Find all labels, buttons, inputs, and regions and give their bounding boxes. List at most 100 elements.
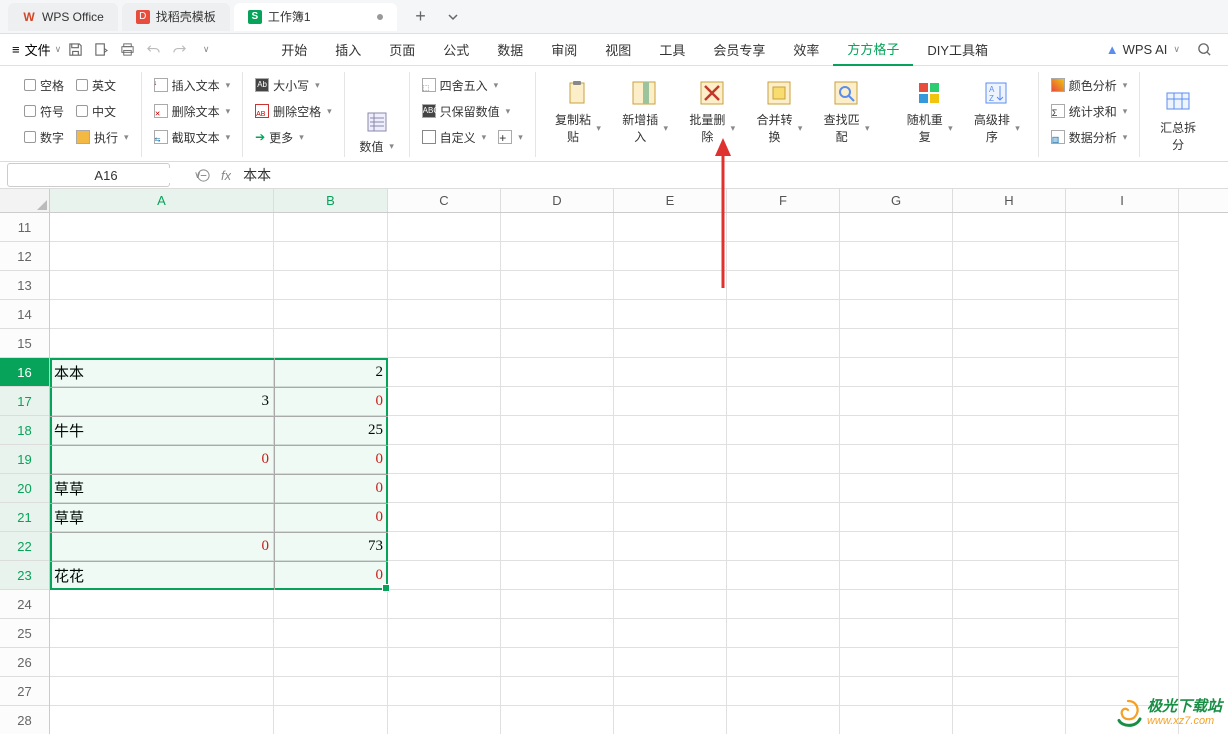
cell[interactable] [274, 590, 388, 619]
row-header[interactable]: 27 [0, 677, 49, 706]
tab-view[interactable]: 视图 [591, 34, 645, 66]
cell[interactable] [840, 648, 953, 677]
cell[interactable] [614, 416, 727, 445]
cell[interactable] [50, 329, 274, 358]
cell[interactable] [501, 590, 614, 619]
cell[interactable] [274, 706, 388, 734]
check-number[interactable]: 数字 [20, 127, 68, 148]
cell[interactable] [50, 619, 274, 648]
cell[interactable] [50, 677, 274, 706]
cell[interactable] [388, 590, 501, 619]
cell[interactable] [614, 271, 727, 300]
cell[interactable] [501, 271, 614, 300]
cell[interactable] [388, 532, 501, 561]
cell[interactable] [953, 213, 1066, 242]
cell[interactable] [840, 561, 953, 590]
cell[interactable] [1066, 358, 1179, 387]
cell[interactable] [614, 387, 727, 416]
add-tab-button[interactable]: + [409, 5, 433, 29]
batch-delete-button[interactable]: 批量删除▾ [678, 72, 745, 152]
cell[interactable] [274, 242, 388, 271]
cell[interactable] [388, 474, 501, 503]
tab-data[interactable]: 数据 [483, 34, 537, 66]
cell[interactable] [840, 474, 953, 503]
cell[interactable] [727, 619, 840, 648]
cell[interactable] [388, 503, 501, 532]
cell[interactable] [388, 387, 501, 416]
tab-workbook[interactable]: S 工作簿1 [234, 3, 397, 31]
cell[interactable] [727, 648, 840, 677]
cell[interactable] [388, 271, 501, 300]
cell[interactable] [953, 706, 1066, 734]
tab-efficiency[interactable]: 效率 [779, 34, 833, 66]
cell[interactable] [840, 590, 953, 619]
redo-button[interactable] [167, 38, 191, 62]
cell[interactable] [1066, 445, 1179, 474]
row-header[interactable]: 12 [0, 242, 49, 271]
cell[interactable] [840, 242, 953, 271]
print-button[interactable] [115, 38, 139, 62]
wps-ai-button[interactable]: ▲ WPS AI ∨ [1106, 42, 1180, 57]
row-header[interactable]: 19 [0, 445, 49, 474]
cell[interactable] [388, 648, 501, 677]
cell[interactable] [840, 300, 953, 329]
qat-caret[interactable]: ∨ [193, 38, 217, 62]
cell[interactable] [953, 445, 1066, 474]
cell[interactable] [614, 329, 727, 358]
cell[interactable] [388, 329, 501, 358]
random-repeat-button[interactable]: 随机重复▾ [895, 72, 962, 152]
find-match-button[interactable]: 查找匹配▾ [812, 72, 879, 152]
export-button[interactable] [89, 38, 113, 62]
cell[interactable] [953, 387, 1066, 416]
cell[interactable]: 0 [274, 387, 388, 416]
cell[interactable] [614, 590, 727, 619]
cell[interactable] [727, 358, 840, 387]
cell[interactable] [274, 300, 388, 329]
cell[interactable] [727, 677, 840, 706]
cell[interactable] [727, 532, 840, 561]
cell[interactable] [1066, 648, 1179, 677]
cell[interactable] [614, 677, 727, 706]
cell[interactable] [614, 300, 727, 329]
cell[interactable] [727, 416, 840, 445]
cell[interactable] [501, 387, 614, 416]
cell[interactable] [501, 677, 614, 706]
cell[interactable] [50, 242, 274, 271]
cell[interactable] [50, 271, 274, 300]
extract-text-button[interactable]: ⇆截取文本▾ [150, 127, 235, 148]
tab-review[interactable]: 审阅 [537, 34, 591, 66]
copy-paste-button[interactable]: 复制粘贴▾ [544, 72, 611, 152]
cell[interactable]: 草草 [50, 503, 274, 532]
save-button[interactable] [63, 38, 87, 62]
cell[interactable] [1066, 590, 1179, 619]
tab-start[interactable]: 开始 [267, 34, 321, 66]
merge-convert-button[interactable]: 合并转换▾ [745, 72, 812, 152]
cell[interactable] [501, 503, 614, 532]
tab-member[interactable]: 会员专享 [699, 34, 779, 66]
cell[interactable] [727, 561, 840, 590]
column-header[interactable]: I [1066, 189, 1179, 212]
cell[interactable] [953, 242, 1066, 271]
cell[interactable]: 0 [274, 503, 388, 532]
tab-wps-home[interactable]: W WPS Office [8, 3, 118, 31]
cell[interactable] [1066, 213, 1179, 242]
cell[interactable]: 25 [274, 416, 388, 445]
column-header[interactable]: F [727, 189, 840, 212]
cell[interactable] [953, 358, 1066, 387]
cell[interactable] [501, 619, 614, 648]
cell[interactable]: 0 [50, 532, 274, 561]
cell[interactable] [388, 706, 501, 734]
row-header[interactable]: 17 [0, 387, 49, 416]
cell[interactable] [614, 358, 727, 387]
summary-split-button[interactable]: 汇总拆分 [1158, 119, 1198, 153]
cell[interactable]: 0 [274, 445, 388, 474]
cell[interactable] [953, 474, 1066, 503]
tab-formula[interactable]: 公式 [429, 34, 483, 66]
cell[interactable] [953, 416, 1066, 445]
cell[interactable] [840, 503, 953, 532]
cell[interactable]: 2 [274, 358, 388, 387]
column-header[interactable]: H [953, 189, 1066, 212]
row-header[interactable]: 26 [0, 648, 49, 677]
select-all-corner[interactable] [0, 189, 50, 213]
cell[interactable] [50, 590, 274, 619]
